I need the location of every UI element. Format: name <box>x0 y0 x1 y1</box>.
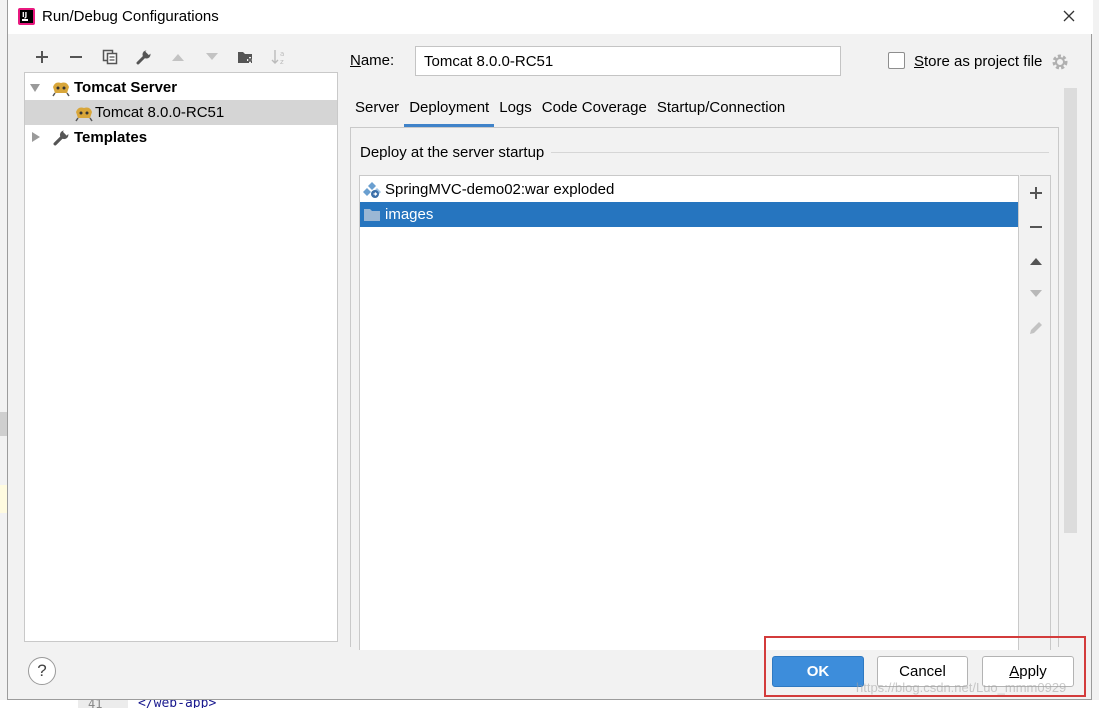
vertical-scrollbar[interactable] <box>1064 88 1077 533</box>
tab-logs[interactable]: Logs <box>494 94 537 128</box>
tomcat-icon <box>75 107 93 122</box>
deployment-list: SpringMVC-demo02:war exploded images <box>359 175 1019 650</box>
minus-icon <box>1030 226 1042 228</box>
add-deployment-button[interactable] <box>1026 183 1046 203</box>
deployment-panel: Deploy at the server startup SpringMVC-d… <box>350 127 1059 650</box>
plus-icon <box>1030 187 1042 199</box>
run-debug-configurations-dialog: IJ Run/Debug Configurations az Tomcat Se… <box>7 0 1093 700</box>
folder-add-icon <box>238 52 253 63</box>
gear-icon[interactable] <box>1050 52 1070 72</box>
name-input[interactable] <box>415 46 841 76</box>
tab-startup-connection[interactable]: Startup/Connection <box>652 94 790 128</box>
tree-item-label: Tomcat Server <box>74 79 178 96</box>
deployment-side-toolbar <box>1020 175 1051 650</box>
new-folder-button[interactable] <box>229 44 263 70</box>
apply-label-rest: pply <box>1019 663 1047 680</box>
background-editor-mark <box>0 485 7 513</box>
wrench-icon <box>53 129 70 146</box>
name-label: Name: <box>350 52 394 69</box>
intellij-app-icon: IJ <box>18 8 35 25</box>
remove-deployment-button[interactable] <box>1026 217 1046 237</box>
collapsed-arrow-icon[interactable] <box>31 132 41 142</box>
tab-deployment[interactable]: Deployment <box>404 94 495 128</box>
svg-text:z: z <box>280 58 284 66</box>
tree-item-label: Templates <box>74 129 148 146</box>
store-label-rest: tore as project file <box>924 53 1043 70</box>
title-bar: IJ Run/Debug Configurations <box>8 0 1093 34</box>
watermark: https://blog.csdn.net/Luo_mmm0929 <box>856 680 1067 695</box>
svg-text:a: a <box>280 50 284 58</box>
pencil-icon <box>1030 322 1042 334</box>
store-as-project-file-label[interactable]: Store as project file <box>914 53 1042 70</box>
move-down-button[interactable] <box>195 44 229 70</box>
copy-configuration-button[interactable] <box>93 44 127 70</box>
help-button[interactable]: ? <box>28 657 56 685</box>
remove-configuration-button[interactable] <box>59 44 93 70</box>
list-item-label: SpringMVC-demo02:war exploded <box>385 181 615 198</box>
triangle-down-icon <box>1030 290 1042 297</box>
sort-button[interactable]: az <box>263 44 297 70</box>
name-label-mnemonic: N <box>350 52 361 69</box>
triangle-down-icon <box>206 53 218 60</box>
close-button[interactable] <box>1059 6 1079 26</box>
configurations-tree: Tomcat Server Tomcat 8.0.0-RC51 Template… <box>24 72 338 642</box>
tab-code-coverage[interactable]: Code Coverage <box>537 94 652 128</box>
tomcat-icon <box>52 82 70 97</box>
copy-icon <box>102 49 118 65</box>
plus-icon <box>36 51 48 63</box>
svg-text:IJ: IJ <box>22 11 27 19</box>
wrench-icon <box>136 49 152 65</box>
tree-item-tomcat-server[interactable]: Tomcat Server <box>25 75 337 100</box>
ok-button[interactable]: OK <box>772 656 864 687</box>
list-item-label: images <box>385 206 434 223</box>
close-icon <box>1063 10 1075 22</box>
configurations-toolbar: az <box>25 44 297 70</box>
list-item[interactable]: images <box>360 202 1018 227</box>
triangle-up-icon <box>1030 258 1042 265</box>
tree-item-label: Tomcat 8.0.0-RC51 <box>95 104 225 121</box>
tab-server[interactable]: Server <box>350 94 404 128</box>
move-up-button[interactable] <box>161 44 195 70</box>
tree-item-templates[interactable]: Templates <box>25 125 337 150</box>
add-configuration-button[interactable] <box>25 44 59 70</box>
sort-az-icon: az <box>271 50 284 66</box>
list-item[interactable]: SpringMVC-demo02:war exploded <box>360 177 1018 202</box>
background-editor-mark <box>0 412 7 436</box>
background-editor-gutter <box>78 700 128 708</box>
caption-divider <box>551 152 1049 153</box>
artifact-icon <box>363 182 381 198</box>
store-as-project-file-checkbox[interactable] <box>888 52 905 69</box>
name-label-rest: ame: <box>360 52 395 69</box>
expanded-arrow-icon[interactable] <box>30 83 40 93</box>
store-label-mnemonic: S <box>914 53 925 70</box>
edit-defaults-button[interactable] <box>127 44 161 70</box>
edit-deployment-button[interactable] <box>1026 318 1046 338</box>
triangle-up-icon <box>172 54 184 61</box>
move-deployment-up-button[interactable] <box>1026 251 1046 271</box>
move-deployment-down-button[interactable] <box>1026 284 1046 304</box>
folder-icon <box>364 209 380 221</box>
minus-icon <box>70 56 82 58</box>
tree-item-tomcat-config[interactable]: Tomcat 8.0.0-RC51 <box>25 100 337 125</box>
window-title: Run/Debug Configurations <box>42 8 219 25</box>
apply-mnemonic: A <box>1009 663 1020 680</box>
config-tabs: Server Deployment Logs Code Coverage Sta… <box>350 94 790 128</box>
deploy-caption: Deploy at the server startup <box>360 144 551 161</box>
